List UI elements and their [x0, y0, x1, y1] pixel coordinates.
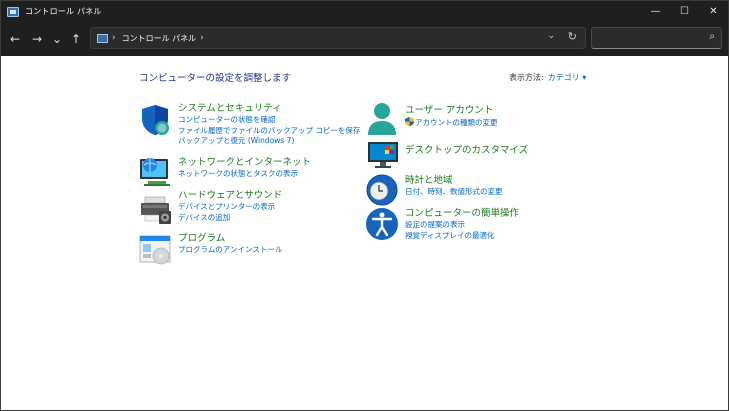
clock-globe-icon[interactable]: [365, 173, 399, 207]
clock-region-link[interactable]: 時計と地域: [405, 175, 503, 187]
ease-of-access-link[interactable]: コンピューターの簡単操作: [405, 208, 519, 220]
file-history-backup-link[interactable]: ファイル履歴でファイルのバックアップ コピーを保存: [178, 126, 360, 137]
category-hardware-sound: ハードウェアとサウンド デバイスとプリンターの表示 デバイスの追加: [178, 190, 282, 223]
category-clock-region: 時計と地域 日付、時刻、数値形式の変更: [405, 175, 503, 198]
category-system-security: システムとセキュリティ コンピューターの状態を確認 ファイル履歴でファイルのバッ…: [178, 103, 360, 147]
system-security-link[interactable]: システムとセキュリティ: [178, 103, 360, 115]
shield-icon[interactable]: [138, 103, 172, 137]
programs-link[interactable]: プログラム: [178, 233, 282, 245]
network-status-link[interactable]: ネットワークの状態とタスクの表示: [178, 169, 311, 180]
navigation-bar: ← → ⌄ ↑ › コントロール パネル › ⌄ ↻ ⌕: [1, 22, 728, 56]
address-separator-icon-2[interactable]: ›: [200, 33, 204, 43]
back-button[interactable]: ←: [7, 31, 23, 47]
hardware-sound-link[interactable]: ハードウェアとサウンド: [178, 190, 282, 202]
close-button[interactable]: ✕: [699, 1, 728, 22]
ease-of-access-icon[interactable]: [365, 207, 399, 241]
change-account-type-label: アカウントの種類の変更: [415, 118, 498, 127]
address-bar[interactable]: › コントロール パネル › ⌄ ↻: [90, 27, 586, 49]
suggested-settings-link[interactable]: 設定の提案の表示: [405, 220, 519, 231]
category-user-accounts: ユーザー アカウント アカウントの種類の変更: [405, 105, 498, 129]
control-panel-small-icon: [97, 33, 108, 43]
desktop-customization-icon[interactable]: [367, 140, 401, 170]
uac-shield-icon: [405, 117, 414, 126]
optimize-visual-display-link[interactable]: 視覚ディスプレイの最適化: [405, 231, 519, 242]
programs-icon[interactable]: [139, 234, 173, 266]
category-programs: プログラム プログラムのアンインストール: [178, 233, 282, 256]
category-network-internet: ネットワークとインターネット ネットワークの状態とタスクの表示: [178, 157, 311, 180]
address-dropdown-icon[interactable]: ⌄: [547, 31, 555, 41]
printer-icon[interactable]: [139, 195, 173, 225]
control-panel-window: コントロール パネル — ☐ ✕ ← → ⌄ ↑ › コントロール パネル › …: [0, 0, 729, 411]
search-input[interactable]: [592, 31, 702, 50]
backup-restore-link[interactable]: バックアップと復元 (Windows 7): [178, 136, 360, 147]
recent-locations-button[interactable]: ⌄: [49, 31, 65, 47]
maximize-button[interactable]: ☐: [670, 1, 699, 22]
forward-button[interactable]: →: [29, 31, 45, 47]
control-panel-icon: [7, 6, 19, 17]
category-ease-of-access: コンピューターの簡単操作 設定の提案の表示 視覚ディスプレイの最適化: [405, 208, 519, 241]
add-device-link[interactable]: デバイスの追加: [178, 213, 282, 224]
network-globe-icon[interactable]: [138, 155, 172, 187]
check-computer-status-link[interactable]: コンピューターの状態を確認: [178, 115, 360, 126]
user-accounts-link[interactable]: ユーザー アカウント: [405, 105, 498, 117]
network-internet-link[interactable]: ネットワークとインターネット: [178, 157, 311, 169]
view-by: 表示方法: カテゴリ ▾: [509, 72, 586, 83]
uninstall-program-link[interactable]: プログラムのアンインストール: [178, 245, 282, 256]
search-icon[interactable]: ⌕: [709, 31, 715, 42]
window-title: コントロール パネル: [25, 7, 102, 16]
date-time-format-link[interactable]: 日付、時刻、数値形式の変更: [405, 187, 503, 198]
minimize-button[interactable]: —: [641, 1, 670, 22]
view-by-dropdown[interactable]: カテゴリ ▾: [548, 73, 587, 82]
page-title: コンピューターの設定を調整します: [139, 73, 292, 84]
address-breadcrumb[interactable]: コントロール パネル: [122, 33, 197, 44]
up-button[interactable]: ↑: [68, 31, 84, 47]
address-separator-icon[interactable]: ›: [112, 33, 116, 43]
view-by-label: 表示方法:: [509, 73, 544, 82]
category-desktop-customization: デスクトップのカスタマイズ: [405, 145, 528, 157]
title-bar: コントロール パネル — ☐ ✕: [1, 1, 728, 22]
change-account-type-link[interactable]: アカウントの種類の変更: [405, 117, 498, 129]
devices-printers-link[interactable]: デバイスとプリンターの表示: [178, 202, 282, 213]
main-content: コンピューターの設定を調整します 表示方法: カテゴリ ▾ システムとセキュリティ…: [1, 56, 728, 410]
search-box[interactable]: ⌕: [591, 27, 722, 50]
user-account-icon[interactable]: [365, 101, 399, 137]
refresh-icon[interactable]: ↻: [568, 30, 577, 43]
desktop-customization-link[interactable]: デスクトップのカスタマイズ: [405, 145, 528, 157]
window-controls: — ☐ ✕: [641, 1, 728, 22]
